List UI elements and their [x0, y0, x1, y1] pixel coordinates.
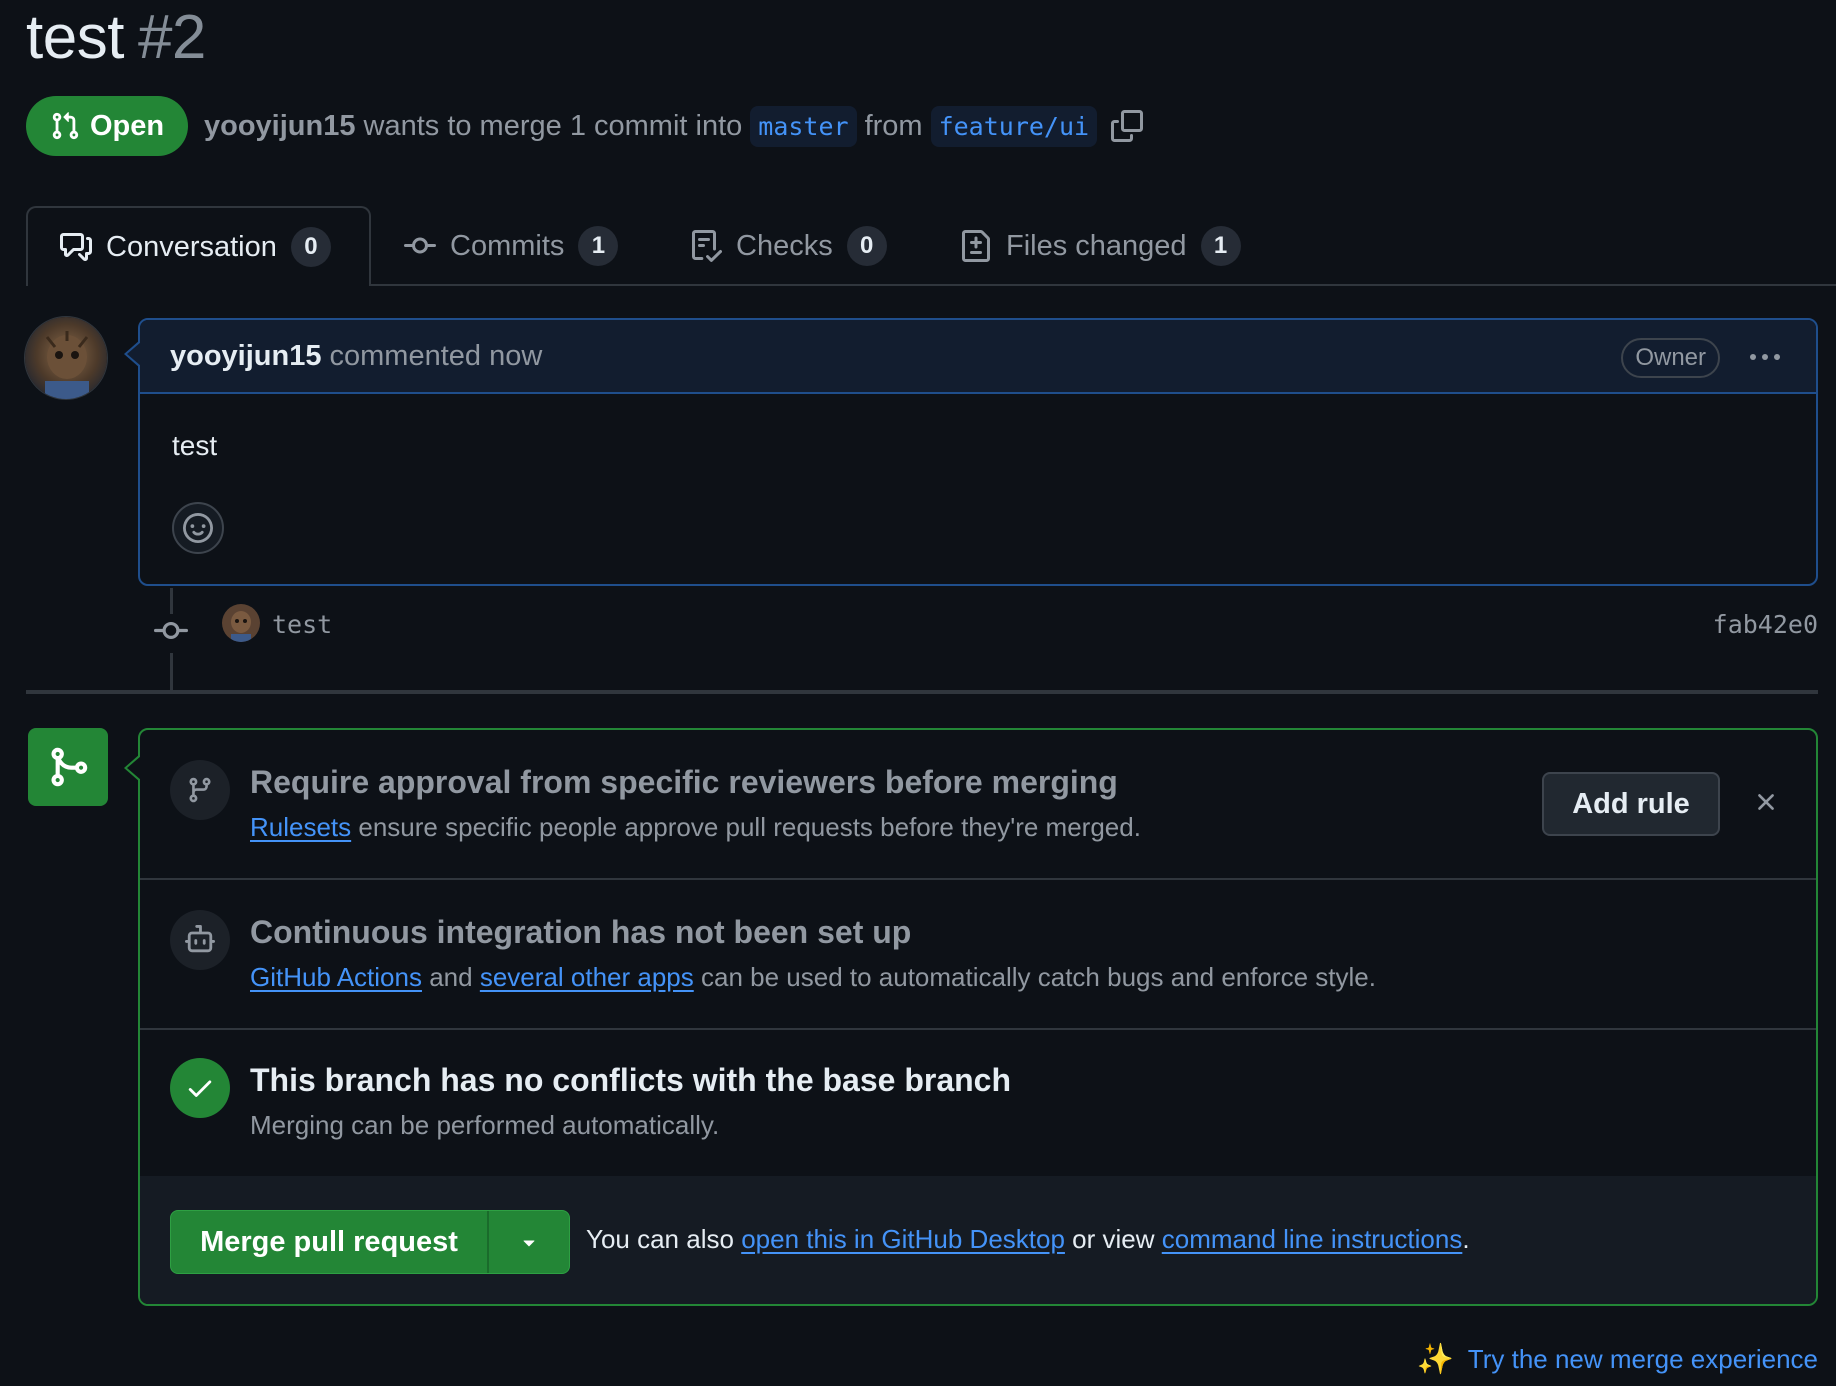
- pr-number: #2: [137, 3, 206, 72]
- tab-commits[interactable]: Commits 1: [404, 206, 619, 286]
- tab-files-changed-label: Files changed: [1006, 229, 1187, 262]
- comment-pointer-inner: [127, 342, 141, 366]
- git-commit-icon: [404, 237, 436, 254]
- comment-body: test: [172, 430, 218, 461]
- try-new-merge-link[interactable]: ✨ Try the new merge experience: [1416, 1342, 1818, 1377]
- comment-box: yooyijun15 commented now Owner test: [138, 318, 1818, 586]
- github-actions-link[interactable]: GitHub Actions: [250, 962, 422, 992]
- alt-text-1: You can also: [586, 1224, 734, 1254]
- smiley-icon: [183, 513, 213, 543]
- sparkles-icon: ✨: [1416, 1343, 1454, 1376]
- owner-badge: Owner: [1621, 338, 1720, 378]
- tab-checks[interactable]: Checks 0: [690, 206, 887, 286]
- tab-files-changed-count: 1: [1200, 226, 1241, 266]
- merge-method-dropdown[interactable]: [487, 1211, 569, 1273]
- pr-state-badge: Open: [26, 96, 188, 156]
- conflicts-title: This branch has no conflicts with the ba…: [250, 1062, 1012, 1098]
- comment-header: yooyijun15 commented now Owner: [140, 320, 1816, 394]
- tab-conversation-label: Conversation: [106, 230, 277, 263]
- timeline-divider: [26, 690, 1818, 694]
- merge-box: Require approval from specific reviewers…: [138, 728, 1818, 1306]
- ci-desc-text: can be used to automatically catch bugs …: [700, 962, 1376, 992]
- tab-files-changed[interactable]: Files changed 1: [960, 206, 1241, 286]
- close-icon[interactable]: [1752, 788, 1780, 821]
- copy-icon[interactable]: [1111, 110, 1144, 142]
- merge-pull-request-button-group: Merge pull request: [170, 1210, 570, 1274]
- commit-sha-link[interactable]: fab42e0: [1713, 610, 1818, 639]
- merge-alternatives-text: You can also open this in GitHub Desktop…: [586, 1224, 1470, 1255]
- file-diff-icon: [962, 230, 990, 262]
- commit-author-avatar[interactable]: [222, 604, 260, 642]
- merge-action-row: Merge pull request You can also open thi…: [140, 1176, 1816, 1304]
- pr-meta: yooyijun15 wants to merge 1 commit into …: [204, 104, 1144, 148]
- comment-discussion-icon: [60, 233, 92, 261]
- pr-author-link[interactable]: yooyijun15: [204, 110, 356, 143]
- alt-text-3: .: [1462, 1224, 1470, 1254]
- conflicts-section: This branch has no conflicts with the ba…: [140, 1030, 1816, 1178]
- git-pull-request-icon: [52, 112, 79, 140]
- pr-merge-text-2: from: [864, 109, 923, 142]
- git-merge-icon: [28, 728, 108, 806]
- rulesets-link[interactable]: Rulesets: [250, 812, 351, 842]
- pr-state-label: Open: [89, 109, 165, 142]
- check-icon: [170, 1058, 230, 1118]
- merge-pointer-inner: [127, 756, 141, 780]
- tab-checks-label: Checks: [736, 229, 833, 262]
- commit-message-link[interactable]: test: [272, 610, 332, 639]
- pr-title-text: test: [26, 3, 124, 72]
- approval-title: Require approval from specific reviewers…: [250, 764, 1118, 800]
- approval-section: Require approval from specific reviewers…: [140, 730, 1816, 880]
- git-commit-icon: [154, 614, 188, 653]
- other-apps-link[interactable]: several other apps: [480, 962, 694, 992]
- tab-commits-count: 1: [578, 226, 619, 266]
- pr-merge-text-1: wants to merge 1 commit into: [363, 109, 743, 142]
- ci-title: Continuous integration has not been set …: [250, 914, 912, 950]
- tab-conversation[interactable]: Conversation 0: [26, 206, 371, 286]
- git-branch-icon: [170, 760, 230, 820]
- head-branch[interactable]: feature/ui: [930, 105, 1098, 147]
- tab-commits-label: Commits: [450, 229, 565, 262]
- ci-desc-and: and: [429, 962, 473, 992]
- tab-conversation-count: 0: [290, 227, 331, 267]
- ci-section: Continuous integration has not been set …: [140, 880, 1816, 1030]
- base-branch[interactable]: master: [750, 105, 857, 147]
- avatar[interactable]: [24, 316, 108, 400]
- ci-description: GitHub Actions and several other apps ca…: [250, 962, 1376, 993]
- add-reaction-button[interactable]: [172, 502, 224, 554]
- conflicts-description: Merging can be performed automatically.: [250, 1110, 720, 1140]
- command-line-link[interactable]: command line instructions: [1162, 1224, 1463, 1254]
- robot-icon: [170, 910, 230, 970]
- pr-title: test #2: [26, 2, 206, 73]
- add-rule-button[interactable]: Add rule: [1542, 772, 1720, 836]
- approval-description: Rulesets ensure specific people approve …: [250, 812, 1141, 843]
- kebab-horizontal-icon[interactable]: [1750, 342, 1780, 372]
- tab-checks-count: 0: [846, 226, 887, 266]
- checklist-icon: [692, 230, 722, 262]
- approval-desc-text: ensure specific people approve pull requ…: [358, 812, 1141, 842]
- comment-author[interactable]: yooyijun15: [170, 340, 322, 373]
- alt-text-2: or view: [1072, 1224, 1155, 1254]
- comment-timestamp: commented now: [329, 339, 543, 372]
- merge-pull-request-button[interactable]: Merge pull request: [171, 1211, 487, 1273]
- triangle-down-icon: [523, 1240, 535, 1247]
- try-new-merge-label: Try the new merge experience: [1467, 1344, 1818, 1374]
- open-in-desktop-link[interactable]: open this in GitHub Desktop: [741, 1224, 1065, 1254]
